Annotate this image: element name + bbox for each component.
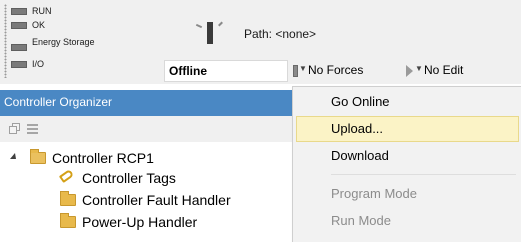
menu-item-go-online[interactable]: Go Online bbox=[296, 89, 519, 115]
path-label: Path: <none> bbox=[244, 27, 317, 41]
status-io-label: I/O bbox=[32, 59, 45, 69]
menu-item-download[interactable]: Download bbox=[296, 143, 519, 169]
open-folder-icon bbox=[30, 149, 46, 164]
status-ok-label: OK bbox=[32, 20, 46, 30]
menu-separator bbox=[331, 174, 516, 175]
menu-item-label: Go Online bbox=[331, 94, 390, 109]
chevron-down-icon[interactable]: ▼ bbox=[415, 64, 423, 73]
collapse-all-icon[interactable] bbox=[9, 123, 21, 135]
menu-item-program-mode[interactable]: Program Mode bbox=[296, 181, 519, 207]
tag-icon bbox=[58, 168, 75, 184]
run-led-icon bbox=[11, 8, 27, 15]
menu-item-label: Program Mode bbox=[331, 186, 417, 201]
controller-mode-value: Offline bbox=[169, 64, 207, 78]
menu-item-label: Run Mode bbox=[331, 213, 391, 228]
organizer-toolbar bbox=[0, 116, 296, 142]
menu-item-label: Upload... bbox=[331, 121, 384, 136]
expand-arrow-icon[interactable] bbox=[10, 153, 16, 159]
online-toolbar: RUN OK Energy Storage I/O Path: <none> O… bbox=[0, 0, 521, 84]
controller-organizer-title: Controller Organizer bbox=[4, 95, 113, 109]
tree-item-label: Controller RCP1 bbox=[52, 150, 154, 166]
folder-icon bbox=[60, 191, 76, 206]
list-view-icon[interactable] bbox=[27, 123, 39, 135]
status-energy-storage-label: Energy Storage bbox=[32, 37, 95, 47]
controller-mode-menu: Go Online Upload... Download Program Mod… bbox=[292, 86, 521, 242]
edits-value: No Edit bbox=[424, 63, 464, 77]
menu-item-run-mode[interactable]: Run Mode bbox=[296, 208, 519, 234]
menu-item-label: Download bbox=[331, 148, 389, 163]
status-run-label: RUN bbox=[32, 6, 52, 16]
toolbar-grip[interactable] bbox=[4, 4, 7, 78]
ok-led-icon bbox=[11, 22, 27, 29]
edits-dropdown[interactable]: ▼ No Edit bbox=[406, 60, 521, 82]
forces-value: No Forces bbox=[308, 63, 364, 77]
controller-organizer-header: Controller Organizer bbox=[0, 90, 296, 116]
tree-item-label: Controller Tags bbox=[82, 170, 176, 186]
edits-icon bbox=[406, 65, 413, 77]
energy-storage-led-icon bbox=[11, 44, 27, 51]
controller-organizer-tree: Controller RCP1 Controller Tags Controll… bbox=[0, 142, 296, 242]
folder-icon bbox=[60, 213, 76, 228]
forces-dropdown[interactable]: ▼ No Forces bbox=[288, 60, 406, 82]
chevron-down-icon[interactable]: ▼ bbox=[299, 64, 307, 73]
io-led-icon bbox=[11, 61, 27, 68]
keyswitch-icon bbox=[195, 20, 224, 46]
tree-item-label: Controller Fault Handler bbox=[82, 192, 231, 208]
controller-mode-dropdown[interactable]: Offline bbox=[164, 60, 288, 82]
menu-item-upload[interactable]: Upload... bbox=[296, 116, 519, 142]
tree-item-label: Power-Up Handler bbox=[82, 214, 198, 230]
forces-icon bbox=[293, 65, 298, 77]
